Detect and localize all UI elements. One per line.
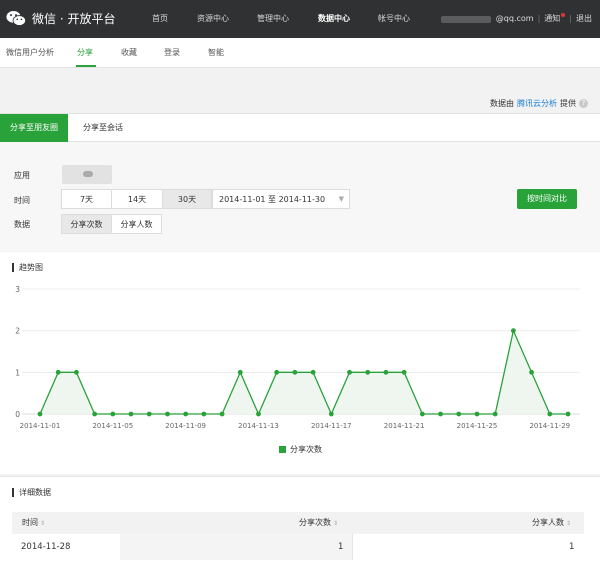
col-count-label: 分享次数	[299, 518, 331, 527]
y-tick-label: 2	[15, 327, 20, 336]
data-point	[419, 411, 425, 417]
col-date[interactable]: 时间 ⇕	[22, 512, 45, 534]
data-point	[474, 411, 480, 417]
data-point	[347, 369, 352, 375]
x-tick-label: 2014-11-25	[457, 422, 498, 430]
data-point	[219, 411, 225, 417]
chart-legend[interactable]: 分享次数	[279, 444, 322, 455]
data-point	[256, 411, 261, 417]
x-tick-label: 2014-11-01	[20, 422, 61, 430]
data-point	[328, 411, 334, 417]
data-point	[74, 369, 79, 375]
cell-date: 2014-11-28	[21, 542, 71, 552]
legend-swatch	[279, 446, 286, 453]
col-share-users[interactable]: 分享人数 ⇕	[532, 512, 571, 534]
data-point	[128, 411, 134, 417]
data-point	[55, 369, 61, 375]
x-tick-label: 2014-11-13	[238, 422, 279, 430]
data-point	[92, 411, 98, 417]
x-tick-label: 2014-11-17	[311, 422, 352, 430]
sort-icon: ⇕	[40, 520, 46, 527]
y-tick-label: 3	[15, 285, 20, 294]
data-point	[146, 411, 152, 417]
table-row	[120, 534, 352, 560]
col-users-label: 分享人数	[532, 518, 564, 527]
data-point	[165, 411, 170, 417]
data-point	[565, 411, 571, 417]
x-tick-label: 2014-11-29	[529, 422, 570, 430]
x-tick-label: 2014-11-09	[165, 422, 206, 430]
data-point	[310, 369, 316, 375]
data-point	[510, 328, 516, 334]
data-point	[456, 411, 462, 417]
cell-count: 1	[338, 542, 344, 552]
data-point	[547, 411, 553, 417]
data-point	[274, 369, 280, 375]
data-point	[237, 369, 243, 375]
y-tick-label: 1	[15, 368, 20, 377]
col-date-label: 时间	[22, 518, 38, 527]
x-tick-label: 2014-11-05	[92, 422, 133, 430]
data-point	[201, 411, 207, 417]
data-point	[183, 411, 189, 417]
detail-title: 详细数据	[12, 488, 51, 497]
data-point	[438, 411, 443, 417]
data-point	[37, 411, 43, 417]
data-point	[365, 369, 371, 375]
col-share-count[interactable]: 分享次数 ⇕	[299, 512, 338, 534]
data-point	[401, 369, 407, 375]
data-point	[492, 411, 498, 417]
table-header: 时间 ⇕ 分享次数 ⇕ 分享人数 ⇕	[12, 512, 584, 534]
column-divider	[352, 534, 353, 560]
legend-label: 分享次数	[290, 445, 322, 454]
y-tick-label: 0	[15, 410, 20, 419]
sort-icon: ⇕	[566, 520, 572, 527]
sort-icon: ⇕	[333, 520, 339, 527]
x-tick-label: 2014-11-21	[384, 422, 425, 430]
cell-users: 1	[569, 542, 575, 552]
data-point	[383, 369, 389, 375]
data-point	[110, 411, 116, 417]
data-point	[292, 369, 298, 375]
data-point	[529, 369, 534, 375]
